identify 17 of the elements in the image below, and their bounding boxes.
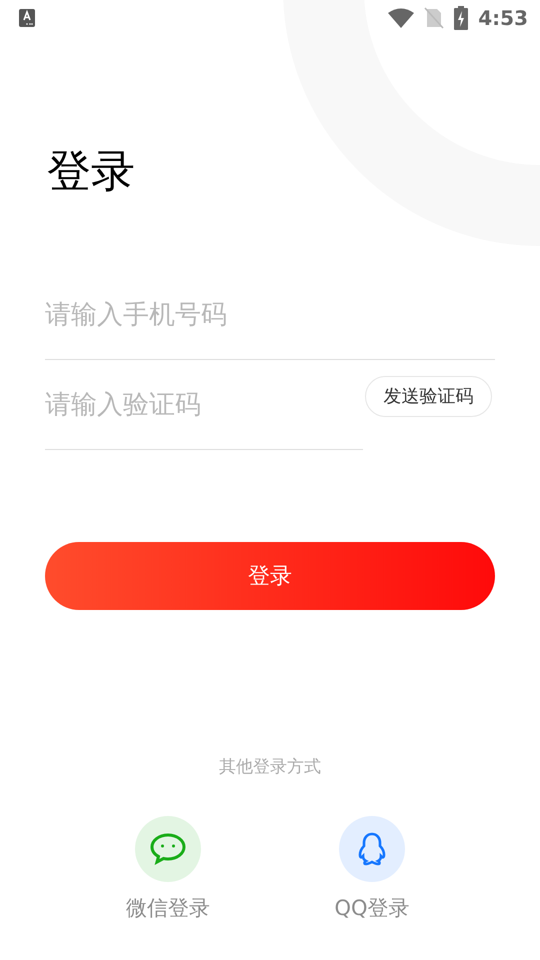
option-label: QQ登录 bbox=[334, 895, 410, 922]
input-field[interactable]: 请输入手机号码 bbox=[45, 270, 495, 360]
login-option[interactable]: 微信登录 bbox=[116, 816, 220, 922]
send-code-button[interactable]: 发送验证码 bbox=[365, 376, 492, 416]
no-sim-icon bbox=[424, 7, 444, 29]
option-label: 微信登录 bbox=[126, 895, 210, 922]
keyboard-notification-icon bbox=[19, 9, 35, 27]
login-button[interactable]: 登录 bbox=[45, 542, 495, 610]
login-option[interactable]: QQ登录 bbox=[320, 816, 424, 922]
status-time: 4:53 bbox=[478, 6, 528, 30]
battery-charging-icon bbox=[454, 6, 468, 30]
input-field[interactable]: 请输入验证码 bbox=[45, 360, 363, 450]
penguin-icon bbox=[357, 832, 387, 866]
wifi-icon bbox=[388, 8, 414, 28]
other-login-heading: 其他登录方式 bbox=[219, 756, 321, 778]
page-title: 登录 bbox=[47, 145, 135, 199]
chat-bubble-icon bbox=[149, 832, 187, 866]
